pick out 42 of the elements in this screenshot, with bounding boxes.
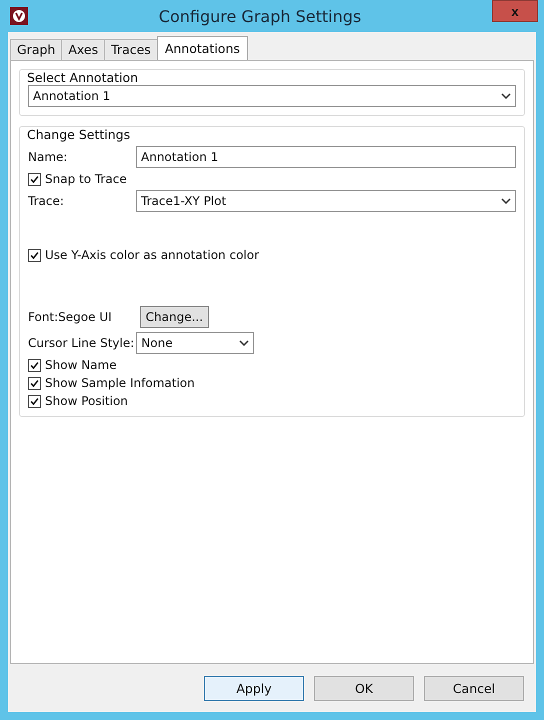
checkbox-label: Show Sample Infomation — [45, 376, 195, 390]
checkbox[interactable] — [28, 394, 41, 408]
tab[interactable]: Traces — [104, 39, 158, 60]
text-field[interactable]: Annotation 1 — [136, 146, 516, 168]
group-label: Change Settings — [26, 127, 132, 142]
check-mark-icon — [29, 396, 40, 406]
tab[interactable]: Graph — [10, 39, 62, 60]
chevron-down-icon — [501, 198, 511, 204]
checkbox[interactable] — [28, 248, 41, 262]
checkbox-label: Show Position — [45, 394, 128, 408]
checkbox-label: Use Y-Axis color as annotation color — [45, 248, 260, 262]
change-button[interactable]: Change... — [140, 306, 210, 328]
field-label: Name: — [28, 150, 68, 164]
chevron-down-icon — [501, 93, 511, 99]
chevron-down-icon — [239, 340, 250, 346]
close-button[interactable]: x — [492, 0, 538, 22]
checkbox[interactable] — [28, 358, 41, 372]
check-mark-icon — [29, 174, 40, 184]
checkbox[interactable] — [28, 172, 41, 186]
checkbox-label: Snap to Trace — [45, 172, 127, 186]
group-label: Select Annotation — [26, 70, 140, 85]
app-icon — [10, 7, 28, 25]
dialog-button[interactable]: OK — [314, 676, 414, 700]
dialog-button[interactable]: Apply — [204, 676, 304, 700]
check-mark-icon — [29, 360, 40, 370]
window-title: Configure Graph Settings — [158, 6, 362, 26]
checkbox[interactable] — [28, 376, 41, 390]
checkbox-label: Show Name — [45, 358, 117, 372]
dropdown[interactable]: None — [136, 332, 254, 354]
check-mark-icon — [29, 378, 40, 388]
dropdown[interactable]: Annotation 1 — [28, 85, 516, 107]
dropdown-value: Annotation 1 — [33, 89, 112, 103]
dropdown[interactable]: Trace1-XY Plot — [136, 190, 516, 212]
check-mark-icon — [29, 250, 40, 260]
field-label: Font:Segoe UI — [28, 310, 112, 324]
field-label: Cursor Line Style: — [28, 336, 134, 350]
dialog-button[interactable]: Cancel — [424, 676, 524, 700]
field-label: Trace: — [28, 194, 65, 208]
tab[interactable]: Annotations — [156, 36, 248, 60]
dropdown-value: None — [141, 336, 174, 350]
dropdown-value: Trace1-XY Plot — [141, 194, 228, 208]
tab[interactable]: Axes — [61, 39, 106, 60]
